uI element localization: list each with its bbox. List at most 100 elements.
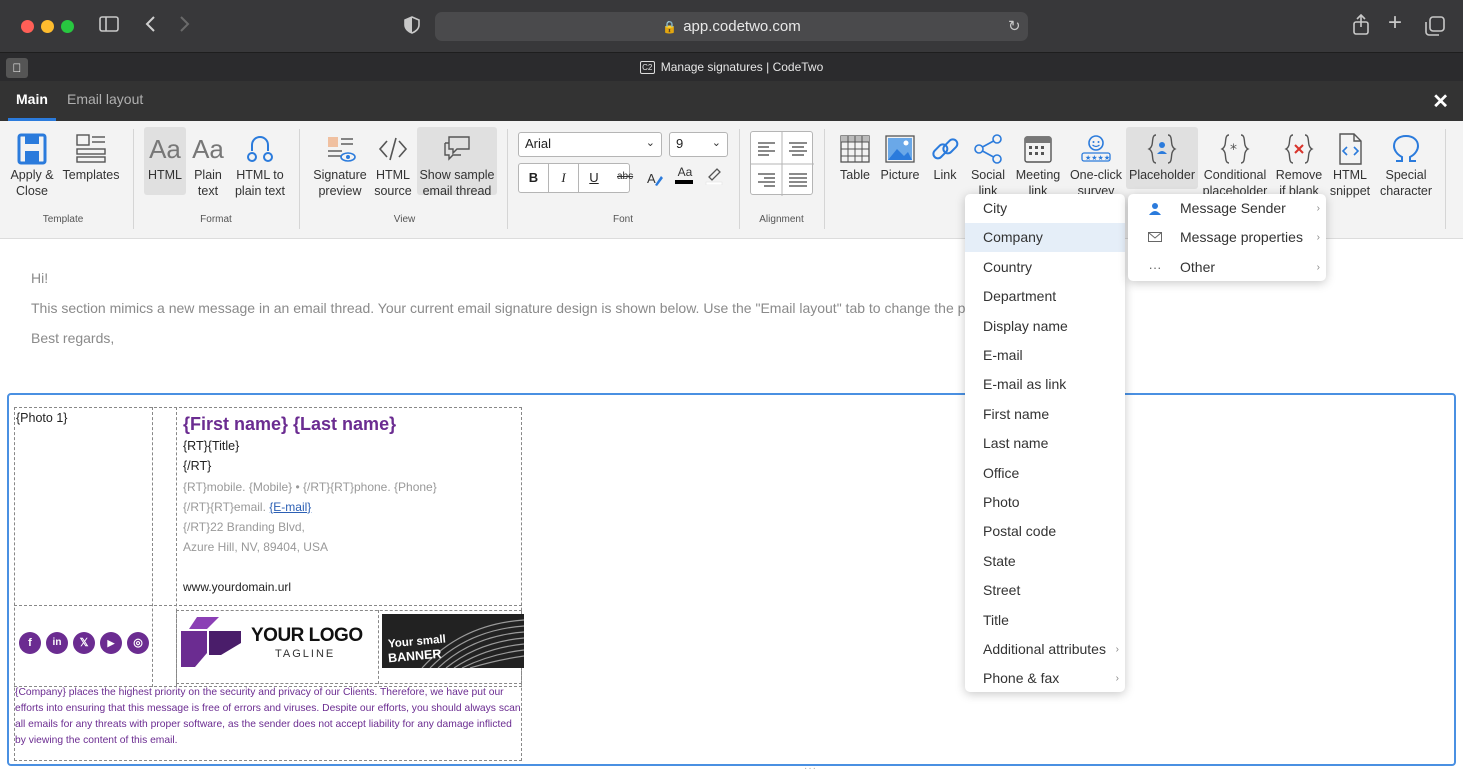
signature-preview-button[interactable]: Signature preview: [312, 127, 368, 198]
tab-overview-icon[interactable]: [1425, 16, 1445, 40]
signature-rt-close[interactable]: {/RT}: [183, 459, 211, 473]
bold-button[interactable]: B: [519, 164, 549, 192]
tab-title[interactable]: Manage signatures | CodeTwo: [661, 60, 824, 74]
submenu-other[interactable]: ··· Other ›: [1128, 253, 1326, 282]
italic-button[interactable]: I: [549, 164, 579, 192]
social-link-button[interactable]: Social link: [968, 127, 1008, 198]
font-family-select[interactable]: Arial ⌄: [518, 132, 662, 157]
special-character-button[interactable]: Special character: [1378, 127, 1434, 198]
signature-address2[interactable]: Azure Hill, NV, 89404, USA: [183, 540, 328, 554]
menu-item-company[interactable]: Company: [965, 223, 1125, 253]
tab-email-layout[interactable]: Email layout: [59, 81, 151, 121]
placeholder-button[interactable]: Placeholder: [1126, 127, 1198, 189]
menu-item-display-name[interactable]: Display name: [965, 312, 1125, 341]
youtube-icon[interactable]: ▶: [100, 632, 122, 654]
link-button[interactable]: Link: [926, 127, 964, 195]
plain-text-button[interactable]: Aa Plain text: [189, 127, 227, 198]
align-justify-button[interactable]: [783, 165, 814, 196]
apply-close-button[interactable]: Apply & Close: [6, 127, 58, 198]
more-icon: ···: [1148, 259, 1162, 275]
picture-button[interactable]: Picture: [878, 127, 922, 195]
signature-title[interactable]: {RT}{Title}: [183, 439, 239, 453]
align-center-button[interactable]: [783, 132, 814, 164]
menu-item-street[interactable]: Street: [965, 576, 1125, 605]
signature-disclaimer[interactable]: {Company} places the highest priority on…: [15, 685, 523, 749]
menu-item-first-name[interactable]: First name: [965, 400, 1125, 429]
signature-name[interactable]: {First name} {Last name}: [183, 414, 396, 435]
menu-item-title[interactable]: Title: [965, 606, 1125, 635]
back-icon[interactable]: [144, 15, 156, 37]
signature-email-line[interactable]: {/RT}{RT}email. {E-mail}: [183, 500, 311, 514]
sidebar-icon[interactable]: [99, 16, 119, 36]
menu-item-email-as-link[interactable]: E-mail as link: [965, 370, 1125, 399]
alignment-group-label: Alignment: [759, 214, 804, 225]
font-size-select[interactable]: 9 ⌄: [669, 132, 728, 157]
x-twitter-icon[interactable]: 𝕏: [73, 632, 95, 654]
resize-handle-icon[interactable]: ···: [804, 763, 817, 774]
remove-if-blank-button[interactable]: Remove if blank: [1272, 127, 1326, 198]
save-icon: [17, 133, 47, 165]
html-source-button[interactable]: HTML source: [372, 127, 414, 198]
menu-item-department[interactable]: Department: [965, 282, 1125, 311]
menu-item-photo[interactable]: Photo: [965, 488, 1125, 517]
placeholder-category-menu: Message Sender › Message properties › ··…: [1128, 194, 1326, 281]
font-color-button[interactable]: Aa: [675, 165, 695, 184]
apple-icon[interactable]: : [6, 58, 28, 78]
reload-icon[interactable]: ↻: [1008, 17, 1021, 37]
facebook-icon[interactable]: f: [19, 632, 41, 654]
html-snippet-button[interactable]: HTML snippet: [1328, 127, 1372, 198]
menu-item-label: Additional attributes: [983, 641, 1106, 657]
signature-phones[interactable]: {RT}mobile. {Mobile} • {/RT}{RT}phone. {…: [183, 480, 437, 494]
instagram-icon[interactable]: ◎: [127, 632, 149, 654]
submenu-message-properties[interactable]: Message properties ›: [1128, 223, 1326, 252]
html-to-plain-button[interactable]: HTML to plain text: [232, 127, 288, 198]
menu-item-postal-code[interactable]: Postal code: [965, 517, 1125, 546]
photo-placeholder[interactable]: {Photo 1}: [16, 411, 67, 425]
menu-item-office[interactable]: Office: [965, 459, 1125, 488]
minimize-window-button[interactable]: [41, 20, 54, 33]
submenu-message-sender[interactable]: Message Sender ›: [1128, 194, 1326, 223]
signature-website[interactable]: www.yourdomain.url: [183, 580, 291, 594]
signature-address1[interactable]: {/RT}22 Branding Blvd,: [183, 520, 305, 534]
new-tab-icon[interactable]: +: [1388, 11, 1402, 35]
font-group-label: Font: [612, 214, 633, 225]
clear-format-icon[interactable]: A: [646, 169, 664, 190]
linkedin-icon[interactable]: in: [46, 632, 68, 654]
strikethrough-button[interactable]: abc: [617, 171, 633, 182]
show-sample-thread-button[interactable]: Show sample email thread: [417, 127, 497, 198]
html-format-button[interactable]: Aa HTML: [144, 127, 186, 195]
menu-item-country[interactable]: Country: [965, 253, 1125, 282]
menu-item-city[interactable]: City: [965, 194, 1125, 223]
menu-item-last-name[interactable]: Last name: [965, 429, 1125, 458]
share-icon[interactable]: [1352, 13, 1370, 40]
logo-image[interactable]: YOUR LOGO TAGLINE: [179, 615, 375, 673]
signature-editor[interactable]: {Photo 1} {First name} {Last name} {RT}{…: [7, 393, 1456, 766]
conditional-placeholder-button[interactable]: * Conditional placeholder: [1202, 127, 1268, 198]
align-right-button[interactable]: [751, 165, 782, 196]
table-button[interactable]: Table: [834, 127, 876, 195]
close-window-button[interactable]: [21, 20, 34, 33]
banner-image[interactable]: Your small BANNER: [382, 614, 524, 668]
shield-icon[interactable]: [404, 16, 420, 38]
templates-button[interactable]: Templates: [62, 127, 120, 195]
close-editor-icon[interactable]: ✕: [1432, 89, 1449, 114]
meeting-link-button[interactable]: Meeting link: [1012, 127, 1064, 198]
menu-item-state[interactable]: State: [965, 547, 1125, 576]
tab-main[interactable]: Main: [8, 81, 56, 121]
menu-item-phone-fax[interactable]: Phone & fax ›: [965, 664, 1125, 693]
menu-item-email[interactable]: E-mail: [965, 341, 1125, 370]
chevron-right-icon: ›: [1316, 261, 1320, 273]
underline-button[interactable]: U: [579, 164, 609, 192]
editor-area[interactable]: Hi! This section mimics a new message in…: [0, 239, 1463, 777]
alignment-group: [750, 131, 814, 196]
maximize-window-button[interactable]: [61, 20, 74, 33]
address-bar[interactable]: 🔒 app.codetwo.com: [435, 12, 1028, 41]
svg-text:★★★★: ★★★★: [1085, 154, 1110, 162]
one-click-survey-button[interactable]: ★★★★ One-click survey: [1068, 127, 1124, 198]
forward-icon[interactable]: [179, 15, 191, 37]
align-left-button[interactable]: [751, 132, 782, 164]
highlight-icon[interactable]: [705, 165, 723, 188]
browser-tab-bar:  C2 Manage signatures | CodeTwo: [0, 52, 1463, 81]
email-link[interactable]: {E-mail}: [269, 500, 311, 514]
menu-item-additional-attributes[interactable]: Additional attributes ›: [965, 635, 1125, 664]
